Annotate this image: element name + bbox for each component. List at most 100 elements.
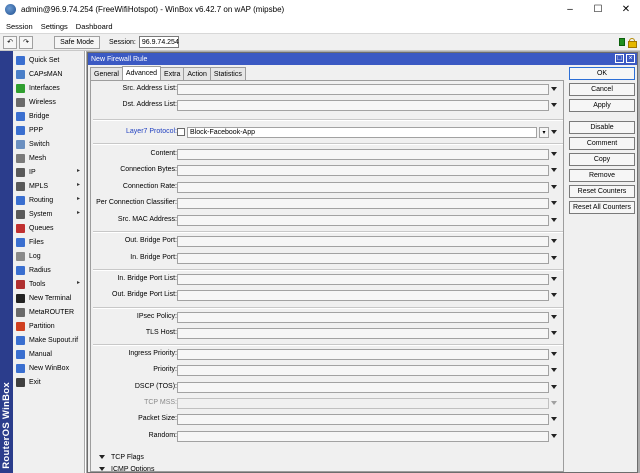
cancel-button[interactable]: Cancel (569, 83, 635, 96)
sidebar-item-label: IP (29, 168, 36, 176)
section-tcp-flags[interactable]: TCP Flags (99, 452, 144, 462)
tab-action[interactable]: Action (183, 67, 211, 80)
out-bridge-port-input[interactable] (177, 236, 549, 247)
connection-bytes-input[interactable] (177, 165, 549, 176)
sidebar-item-metarouter[interactable]: MetaROUTER (13, 305, 84, 319)
in-bridge-port-list-input[interactable] (177, 274, 549, 285)
reset-counters-button[interactable]: Reset Counters (569, 185, 635, 198)
random-input[interactable] (177, 431, 549, 442)
expand-arrow-icon[interactable] (551, 168, 557, 172)
layer7-protocol-label[interactable]: Layer7 Protocol: (126, 128, 177, 135)
sidebar-item-exit[interactable]: Exit (13, 375, 84, 389)
dialog-title-bar[interactable]: New Firewall Rule □ × (88, 53, 637, 65)
minimize-button[interactable]: – (556, 0, 584, 19)
in-bridge-port-input[interactable] (177, 253, 549, 264)
sidebar-item-files[interactable]: Files (13, 235, 84, 249)
sidebar-item-tools[interactable]: Tools ▸ (13, 277, 84, 291)
dialog-close-button[interactable]: × (626, 54, 635, 63)
ok-button[interactable]: OK (569, 67, 635, 80)
expand-arrow-icon[interactable] (551, 218, 557, 222)
files-icon (16, 237, 25, 247)
sidebar-item-ppp[interactable]: PPP (13, 123, 84, 137)
sidebar-item-routing[interactable]: Routing ▸ (13, 193, 84, 207)
field-row-connection-rate: Connection Rate: (91, 182, 563, 194)
expand-arrow-icon[interactable] (551, 185, 557, 189)
ingress-priority-input[interactable] (177, 349, 549, 360)
expand-arrow-icon[interactable] (551, 385, 557, 389)
src-mac-address-input[interactable] (177, 215, 549, 226)
expand-arrow-icon[interactable] (551, 256, 557, 260)
sidebar-item-quick-set[interactable]: Quick Set (13, 53, 84, 67)
section-icmp-options[interactable]: ICMP Options (99, 464, 154, 471)
menu-dashboard[interactable]: Dashboard (76, 22, 113, 31)
expand-arrow-icon[interactable] (551, 152, 557, 156)
safe-mode-button[interactable]: Safe Mode (54, 35, 100, 49)
layer7-negate-checkbox[interactable] (177, 128, 185, 136)
expand-arrow-icon[interactable] (551, 239, 557, 243)
tab-advanced[interactable]: Advanced (121, 66, 162, 80)
menu-session[interactable]: Session (6, 22, 33, 31)
expand-arrow-icon[interactable] (551, 87, 557, 91)
expand-arrow-icon[interactable] (551, 315, 557, 319)
menu-settings[interactable]: Settings (41, 22, 68, 31)
maximize-button[interactable]: ☐ (584, 0, 612, 19)
expand-arrow-icon[interactable] (551, 130, 557, 134)
tls-host-input[interactable] (177, 328, 549, 339)
expand-arrow-icon[interactable] (551, 368, 557, 372)
sidebar-item-partition[interactable]: Partition (13, 319, 84, 333)
dscp-tos-input[interactable] (177, 382, 549, 393)
sidebar-item-log[interactable]: Log (13, 249, 84, 263)
field-row-in-bridge-port: In. Bridge Port: (91, 253, 563, 265)
apply-button[interactable]: Apply (569, 99, 635, 112)
remove-button[interactable]: Remove (569, 169, 635, 182)
sidebar-item-ip[interactable]: IP ▸ (13, 165, 84, 179)
dst-address-list-input[interactable] (177, 100, 549, 111)
copy-button[interactable]: Copy (569, 153, 635, 166)
sidebar-item-queues[interactable]: Queues (13, 221, 84, 235)
close-button[interactable]: ✕ (612, 0, 640, 19)
sidebar-item-system[interactable]: System ▸ (13, 207, 84, 221)
sidebar-item-mesh[interactable]: Mesh (13, 151, 84, 165)
comment-button[interactable]: Comment (569, 137, 635, 150)
sidebar-item-bridge[interactable]: Bridge (13, 109, 84, 123)
packet-size-input[interactable] (177, 414, 549, 425)
undo-button[interactable]: ↶ (3, 35, 17, 49)
expand-arrow-icon[interactable] (551, 417, 557, 421)
expand-arrow-icon[interactable] (551, 434, 557, 438)
per-connection-classifier-input[interactable] (177, 198, 549, 209)
mesh-icon (16, 153, 25, 163)
ipsec-policy-input[interactable] (177, 312, 549, 323)
sidebar-item-switch[interactable]: Switch (13, 137, 84, 151)
expand-arrow-icon[interactable] (551, 103, 557, 107)
sidebar-item-wireless[interactable]: Wireless (13, 95, 84, 109)
expand-arrow-icon[interactable] (551, 331, 557, 335)
dialog-controls: □ × (613, 54, 635, 63)
layer7-dropdown-icon[interactable]: ▾ (539, 127, 549, 138)
expand-arrow-icon[interactable] (551, 201, 557, 205)
layer7-protocol-select[interactable]: Block-Facebook-App (187, 127, 537, 138)
tab-general[interactable]: General (90, 67, 123, 80)
tab-statistics[interactable]: Statistics (209, 67, 246, 80)
reset-all-counters-button[interactable]: Reset All Counters (569, 201, 635, 214)
sidebar-item-capsman[interactable]: CAPsMAN (13, 67, 84, 81)
disable-button[interactable]: Disable (569, 121, 635, 134)
expand-arrow-icon[interactable] (551, 293, 557, 297)
content-input[interactable] (177, 149, 549, 160)
out-bridge-port-list-input[interactable] (177, 290, 549, 301)
expand-arrow-icon[interactable] (551, 352, 557, 356)
tab-extra[interactable]: Extra (160, 67, 185, 80)
sidebar-item-radius[interactable]: Radius (13, 263, 84, 277)
sidebar-item-interfaces[interactable]: Interfaces (13, 81, 84, 95)
src-address-list-input[interactable] (177, 84, 549, 95)
sidebar-item-mpls[interactable]: MPLS ▸ (13, 179, 84, 193)
sidebar-item-new-terminal[interactable]: New Terminal (13, 291, 84, 305)
expand-arrow-icon[interactable] (551, 277, 557, 281)
connection-rate-input[interactable] (177, 182, 549, 193)
sidebar-item-make-supout-rif[interactable]: Make Supout.rif (13, 333, 84, 347)
sidebar-item-new-winbox[interactable]: New WinBox (13, 361, 84, 375)
tls-host-label: TLS Host: (145, 329, 177, 336)
priority-input[interactable] (177, 365, 549, 376)
dialog-maximize-button[interactable]: □ (615, 54, 624, 63)
redo-button[interactable]: ↷ (19, 35, 33, 49)
sidebar-item-manual[interactable]: Manual (13, 347, 84, 361)
